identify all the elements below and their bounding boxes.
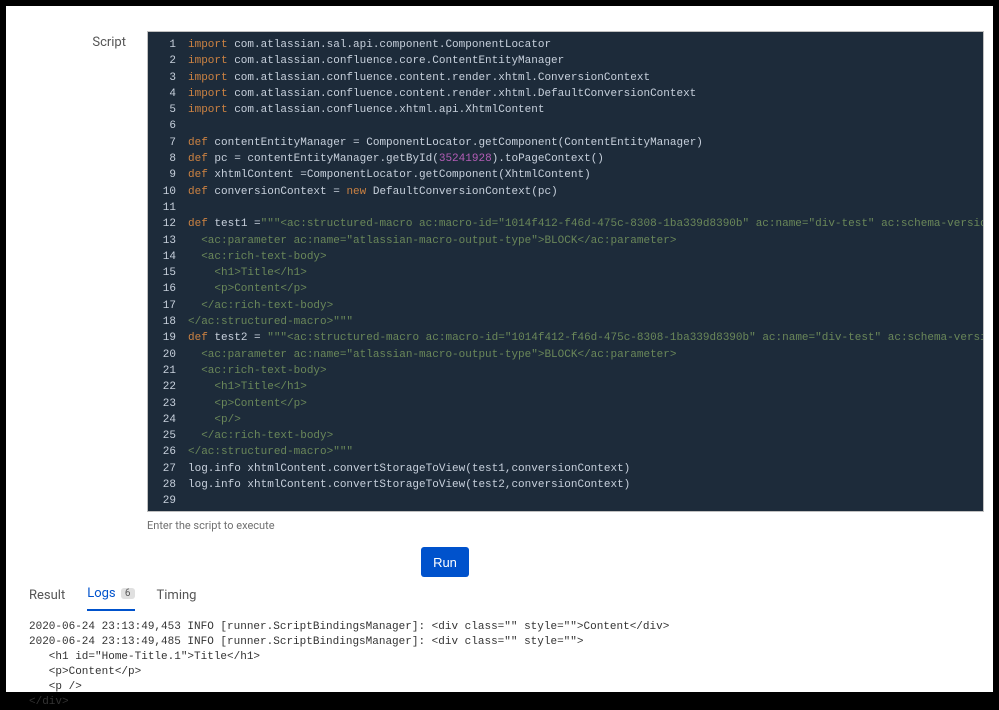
editor-code-area[interactable]: import com.atlassian.sal.api.component.C… [184,32,983,511]
tab-result[interactable]: Result [29,588,65,611]
editor-gutter: 1234567891011121314151617181920212223242… [148,32,184,511]
helper-text: Enter the script to execute [147,519,275,532]
run-button[interactable]: Run [421,547,469,577]
tab-logs[interactable]: Logs 6 [87,586,134,611]
script-field-label: Script [92,35,126,50]
tab-logs-label: Logs [87,586,115,601]
output-tabs: Result Logs 6 Timing [29,586,196,611]
code-editor[interactable]: 1234567891011121314151617181920212223242… [147,31,984,512]
app-root: Script 123456789101112131415161718192021… [6,6,993,692]
log-output: 2020-06-24 23:13:49,453 INFO [runner.Scr… [29,620,973,710]
logs-count-badge: 6 [121,588,135,599]
tab-timing[interactable]: Timing [157,588,197,611]
